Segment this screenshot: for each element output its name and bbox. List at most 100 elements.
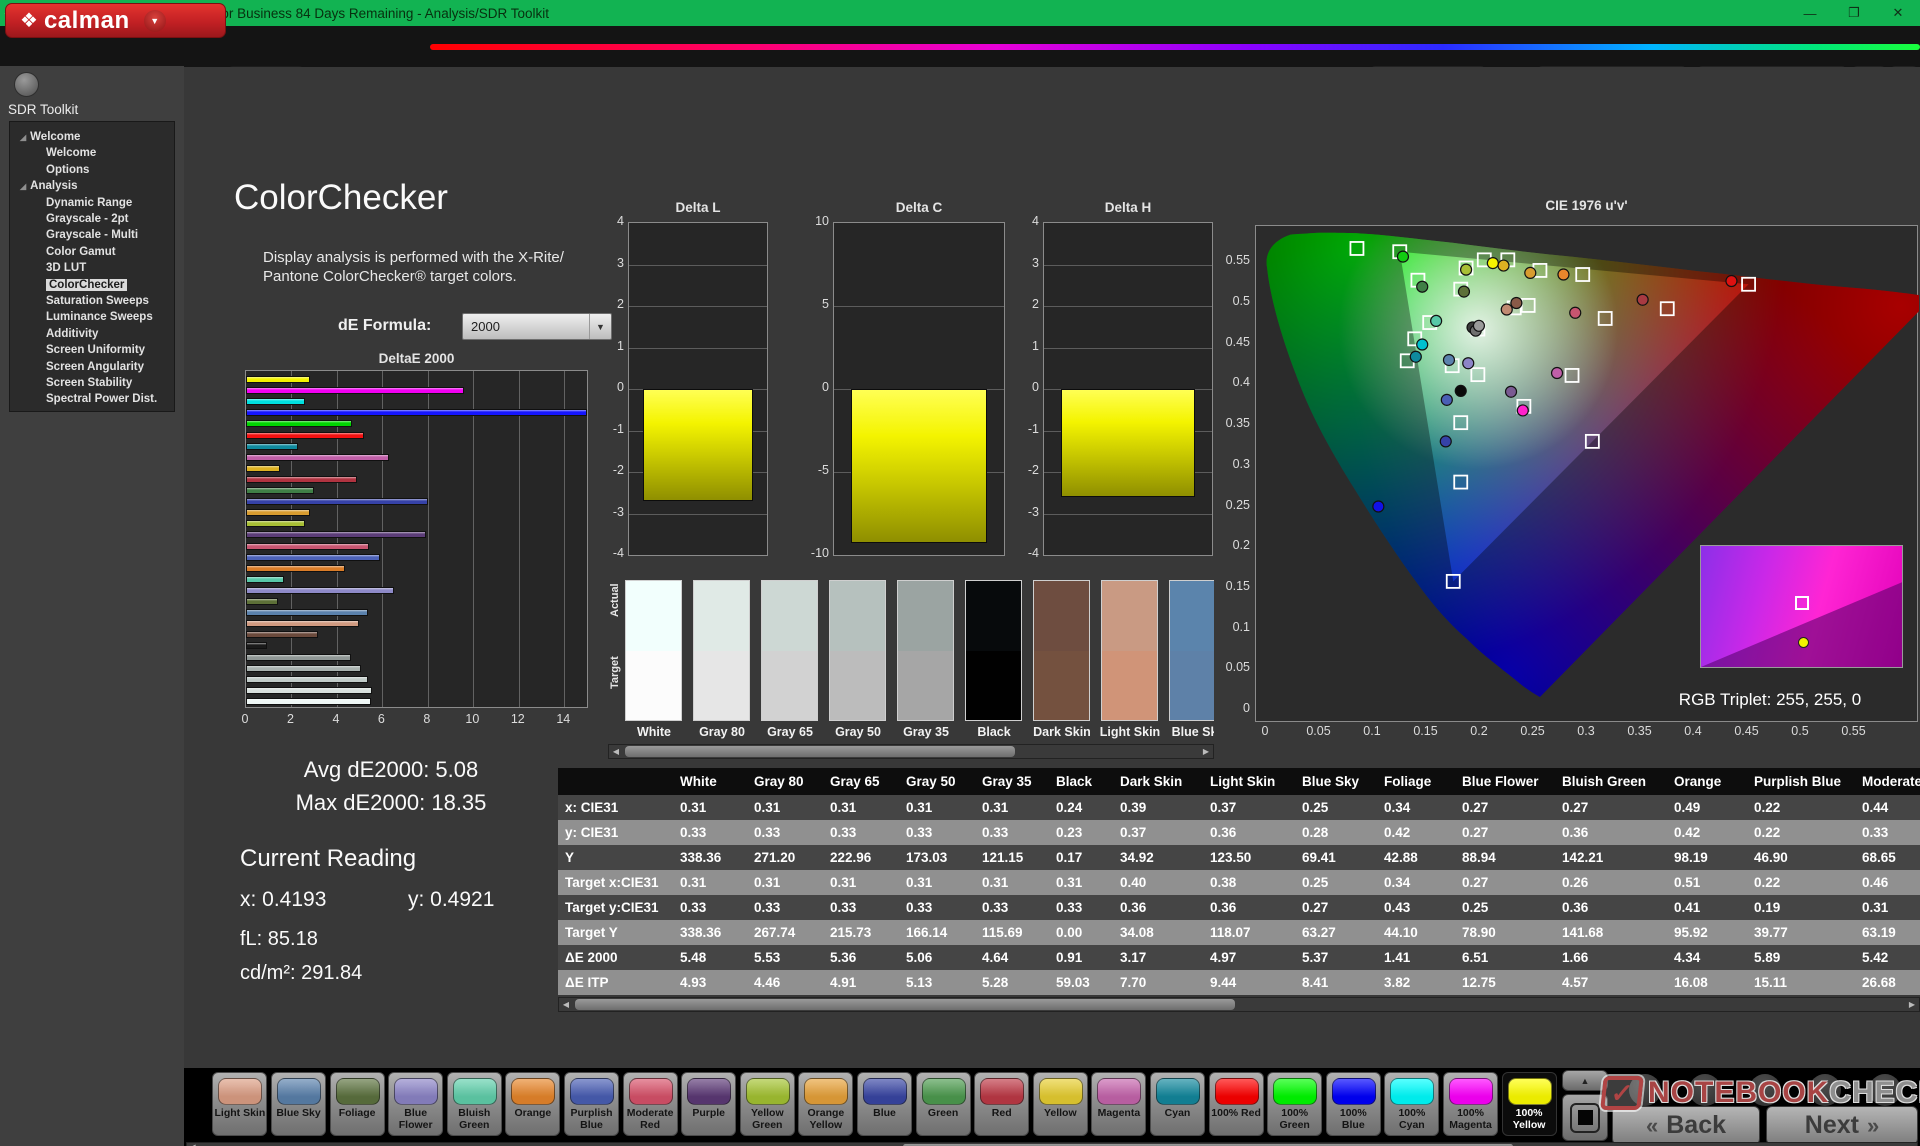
table-cell[interactable]: 3.17 — [1113, 945, 1203, 970]
table-cell[interactable]: 0.46 — [1855, 870, 1920, 895]
table-cell[interactable]: 3.82 — [1377, 970, 1455, 995]
sidebar-item-colorchecker[interactable]: ColorChecker — [10, 277, 174, 293]
table-cell[interactable]: 0.31 — [823, 870, 899, 895]
patch-button-magenta[interactable]: Magenta — [1091, 1072, 1146, 1136]
patch-button-orange-yellow[interactable]: Orange Yellow — [798, 1072, 853, 1136]
patch-button-yellow[interactable]: Yellow — [1033, 1072, 1088, 1136]
table-cell[interactable]: 0.33 — [673, 895, 747, 920]
patch-button-green[interactable]: Green — [916, 1072, 971, 1136]
table-cell[interactable]: 0.33 — [975, 820, 1049, 845]
patch-button-bluish-green[interactable]: Bluish Green — [447, 1072, 502, 1136]
table-cell[interactable]: 0.27 — [1455, 870, 1555, 895]
sidebar-item-dynamic-range[interactable]: Dynamic Range — [10, 195, 174, 211]
table-cell[interactable]: 5.37 — [1295, 945, 1377, 970]
sidebar-item-welcome[interactable]: Welcome — [10, 145, 174, 161]
scroll-right-icon[interactable]: ▶ — [1199, 745, 1213, 758]
transport-button[interactable] — [1809, 1074, 1841, 1106]
table-cell[interactable]: 42.88 — [1377, 845, 1455, 870]
patch-button-blue-flower[interactable]: Blue Flower — [388, 1072, 443, 1136]
next-button[interactable]: Next » — [1766, 1106, 1918, 1145]
sidebar-item-spectral-power-dist-[interactable]: Spectral Power Dist. — [10, 391, 174, 407]
table-cell[interactable]: 0.22 — [1747, 820, 1855, 845]
calman-menu-arrow-icon[interactable]: ▼ — [144, 10, 166, 32]
sidebar-item-grayscale-multi[interactable]: Grayscale - Multi — [10, 227, 174, 243]
table-cell[interactable]: 0.33 — [975, 895, 1049, 920]
table-cell[interactable]: 1.41 — [1377, 945, 1455, 970]
patch-button-foliage[interactable]: Foliage — [330, 1072, 385, 1136]
table-cell[interactable]: 0.36 — [1113, 895, 1203, 920]
patch-button-blue[interactable]: Blue — [857, 1072, 912, 1136]
scroll-left-icon[interactable]: ◀ — [559, 998, 573, 1011]
back-button[interactable]: « Back — [1612, 1106, 1760, 1145]
table-cell[interactable]: 34.08 — [1113, 920, 1203, 945]
sidebar-item-welcome[interactable]: ◢Welcome — [10, 129, 174, 145]
table-scrollbar[interactable]: ◀ ▶ — [558, 997, 1920, 1012]
table-cell[interactable]: 0.49 — [1667, 795, 1747, 820]
table-cell[interactable]: 0.33 — [1855, 820, 1920, 845]
patch-button-blue-sky[interactable]: Blue Sky — [271, 1072, 326, 1136]
table-cell[interactable]: 6.51 — [1455, 945, 1555, 970]
table-cell[interactable]: 9.44 — [1203, 970, 1295, 995]
table-cell[interactable]: 39.77 — [1747, 920, 1855, 945]
table-cell[interactable]: 0.27 — [1555, 795, 1667, 820]
table-cell[interactable]: 142.21 — [1555, 845, 1667, 870]
stop-measure-button[interactable] — [1562, 1094, 1608, 1141]
table-cell[interactable]: 0.33 — [1049, 895, 1113, 920]
table-cell[interactable]: 0.38 — [1203, 870, 1295, 895]
patch-button-moderate-red[interactable]: Moderate Red — [623, 1072, 678, 1136]
table-cell[interactable]: 0.37 — [1203, 795, 1295, 820]
table-cell[interactable]: 0.31 — [673, 870, 747, 895]
table-cell[interactable]: 12.75 — [1455, 970, 1555, 995]
sidebar-item-color-gamut[interactable]: Color Gamut — [10, 244, 174, 260]
table-cell[interactable]: 0.36 — [1555, 895, 1667, 920]
table-cell[interactable]: 0.33 — [747, 820, 823, 845]
table-cell[interactable]: 4.91 — [823, 970, 899, 995]
table-cell[interactable]: 0.31 — [823, 795, 899, 820]
table-cell[interactable]: 0.42 — [1667, 820, 1747, 845]
table-cell[interactable]: 46.90 — [1747, 845, 1855, 870]
sidebar-item-screen-uniformity[interactable]: Screen Uniformity — [10, 342, 174, 358]
table-cell[interactable]: 0.17 — [1049, 845, 1113, 870]
minimize-icon[interactable]: — — [1788, 0, 1832, 26]
table-cell[interactable]: 0.44 — [1855, 795, 1920, 820]
table-cell[interactable]: 0.26 — [1555, 870, 1667, 895]
table-cell[interactable]: 16.08 — [1667, 970, 1747, 995]
table-cell[interactable]: 173.03 — [899, 845, 975, 870]
sidebar-item-3d-lut[interactable]: 3D LUT — [10, 260, 174, 276]
table-cell[interactable]: 5.06 — [899, 945, 975, 970]
table-cell[interactable]: 78.90 — [1455, 920, 1555, 945]
table-cell[interactable]: 121.15 — [975, 845, 1049, 870]
patch-button-purplish-blue[interactable]: Purplish Blue — [564, 1072, 619, 1136]
table-cell[interactable]: 0.40 — [1113, 870, 1203, 895]
table-cell[interactable]: 0.34 — [1377, 870, 1455, 895]
table-cell[interactable]: 0.33 — [823, 820, 899, 845]
scroll-left-icon[interactable]: ◀ — [609, 745, 623, 758]
table-cell[interactable]: 0.36 — [1555, 820, 1667, 845]
table-cell[interactable]: 222.96 — [823, 845, 899, 870]
table-cell[interactable]: 98.19 — [1667, 845, 1747, 870]
table-cell[interactable]: 63.19 — [1855, 920, 1920, 945]
table-cell[interactable]: 0.31 — [1049, 870, 1113, 895]
table-cell[interactable]: 0.33 — [823, 895, 899, 920]
de-formula-select[interactable]: 2000 ▼ — [462, 313, 612, 340]
calman-menu-button[interactable]: ❖ calman ▼ — [5, 3, 226, 38]
table-cell[interactable]: 0.51 — [1667, 870, 1747, 895]
table-cell[interactable]: 5.36 — [823, 945, 899, 970]
table-cell[interactable]: 95.92 — [1667, 920, 1747, 945]
patch-button-100-red[interactable]: 100% Red — [1209, 1072, 1264, 1136]
table-cell[interactable]: 0.42 — [1377, 820, 1455, 845]
table-cell[interactable]: 0.22 — [1747, 795, 1855, 820]
table-cell[interactable]: 0.33 — [673, 820, 747, 845]
patch-button-100-magenta[interactable]: 100% Magenta — [1443, 1072, 1498, 1136]
table-cell[interactable]: 118.07 — [1203, 920, 1295, 945]
table-cell[interactable]: 271.20 — [747, 845, 823, 870]
table-cell[interactable]: 0.33 — [747, 895, 823, 920]
tree-expand-icon[interactable]: ◢ — [20, 133, 26, 142]
table-cell[interactable]: 0.28 — [1295, 820, 1377, 845]
patch-button-100-green[interactable]: 100% Green — [1267, 1072, 1322, 1136]
table-cell[interactable]: 44.10 — [1377, 920, 1455, 945]
table-cell[interactable]: 115.69 — [975, 920, 1049, 945]
table-cell[interactable]: 4.34 — [1667, 945, 1747, 970]
table-scroll-thumb[interactable] — [575, 999, 1235, 1010]
table-cell[interactable]: 0.23 — [1049, 820, 1113, 845]
